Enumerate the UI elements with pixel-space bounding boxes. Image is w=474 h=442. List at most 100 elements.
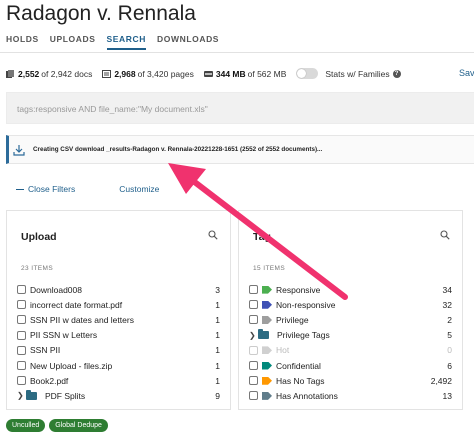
tag-item[interactable]: Privilege 2 xyxy=(249,312,452,327)
tab-holds[interactable]: HOLDS xyxy=(6,34,39,50)
checkbox[interactable] xyxy=(249,315,258,325)
tags-item-count: 15 ITEMS xyxy=(253,265,286,272)
folder-item[interactable]: ❯ Privilege Tags 5 xyxy=(249,328,452,343)
stats-bar: 2,552 of 2,942 docs 2,968 of 3,420 pages… xyxy=(6,68,401,79)
tag-icon xyxy=(262,361,272,370)
folder-item-label: Privilege Tags xyxy=(277,330,330,341)
list-item-count: 1 xyxy=(215,330,220,341)
customize-link[interactable]: Customize xyxy=(119,184,159,194)
checkbox[interactable] xyxy=(249,391,258,401)
tag-icon xyxy=(262,391,272,400)
tag-item[interactable]: Confidential 6 xyxy=(249,358,452,373)
families-toggle[interactable] xyxy=(296,68,319,79)
size-total: of 562 MB xyxy=(247,68,287,79)
list-item[interactable]: SSN PII w dates and letters 1 xyxy=(17,312,220,327)
download-status-text: Creating CSV download _results-Radagon v… xyxy=(33,146,323,153)
docs-total: of 2,942 docs xyxy=(41,68,93,79)
folder-item-label: PDF Splits xyxy=(45,390,86,401)
tag-item-label: Confidential xyxy=(276,360,321,371)
checkbox[interactable] xyxy=(17,361,26,371)
tags-filter-panel: Tag 15 ITEMS Responsive 34 Non-responsive… xyxy=(238,210,463,410)
chip-unculled[interactable]: Unculled xyxy=(6,419,46,432)
list-item[interactable]: SSN PII 1 xyxy=(17,343,220,358)
tag-item[interactable]: Has No Tags 2,492 xyxy=(249,373,452,388)
tag-icon xyxy=(262,315,272,324)
tag-item[interactable]: Responsive 34 xyxy=(249,282,452,297)
pages-count: 2,968 xyxy=(114,68,136,79)
upload-item-count: 23 ITEMS xyxy=(21,265,54,272)
list-item-count: 1 xyxy=(215,345,220,356)
checkbox[interactable] xyxy=(249,376,258,386)
chevron-right-icon[interactable]: ❯ xyxy=(249,331,257,340)
main-tabs: HOLDS UPLOADS SEARCH DOWNLOADS xyxy=(6,34,219,50)
checkbox[interactable] xyxy=(17,300,26,310)
search-query-input[interactable]: tags:responsive AND file_name:"My docume… xyxy=(6,92,474,124)
tag-item-count: 32 xyxy=(442,299,452,310)
tag-item-label: Privilege xyxy=(276,314,309,325)
pages-total: of 3,420 pages xyxy=(137,68,194,79)
upload-list: Download008 3 incorrect date format.pdf 1 … xyxy=(17,282,220,404)
checkbox xyxy=(249,345,258,355)
size-stat: 344 MB of 562 MB xyxy=(203,68,287,79)
tab-search[interactable]: SEARCH xyxy=(106,34,147,50)
upload-panel-title: Upload xyxy=(21,231,57,243)
tag-item: Hot 0 xyxy=(249,343,452,358)
download-icon[interactable] xyxy=(13,144,25,156)
checkbox[interactable] xyxy=(249,285,258,295)
header-divider xyxy=(0,52,474,53)
tag-item-label: Hot xyxy=(276,345,290,356)
tag-item-count: 0 xyxy=(447,345,452,356)
save-link[interactable]: Sav xyxy=(459,68,474,78)
list-item[interactable]: Download008 3 xyxy=(17,282,220,297)
checkbox[interactable] xyxy=(17,376,26,386)
tag-item-label: Has No Tags xyxy=(276,375,325,386)
tag-icon xyxy=(262,346,272,355)
folder-item[interactable]: ❯ PDF Splits 9 xyxy=(17,388,220,403)
tag-item-count: 2,492 xyxy=(430,375,452,386)
checkbox[interactable] xyxy=(249,361,258,371)
folder-icon xyxy=(26,389,37,400)
list-item-count: 1 xyxy=(215,299,220,310)
size-used: 344 MB xyxy=(215,68,246,79)
checkbox[interactable] xyxy=(17,315,26,325)
list-item[interactable]: New Upload - files.zip 1 xyxy=(17,358,220,373)
tag-icon xyxy=(262,376,272,385)
list-item-label: SSN PII w dates and letters xyxy=(30,314,134,325)
collapse-icon xyxy=(16,188,24,190)
search-icon[interactable] xyxy=(440,230,450,240)
tab-downloads[interactable]: DOWNLOADS xyxy=(157,34,219,50)
close-filters-link[interactable]: Close Filters xyxy=(28,184,75,194)
folder-icon xyxy=(258,329,269,340)
tag-item[interactable]: Has Annotations 13 xyxy=(249,388,452,403)
tag-item-count: 13 xyxy=(442,390,452,401)
tag-icon xyxy=(262,285,272,294)
list-item[interactable]: PII SSN w Letters 1 xyxy=(17,328,220,343)
chip-global-dedupe[interactable]: Global Dedupe xyxy=(49,419,108,432)
folder-item-count: 9 xyxy=(215,390,220,401)
tag-item-count: 34 xyxy=(442,284,452,295)
tag-item-count: 2 xyxy=(447,314,452,325)
list-item[interactable]: incorrect date format.pdf 1 xyxy=(17,297,220,312)
list-item-label: PII SSN w Letters xyxy=(30,330,98,341)
list-item-label: incorrect date format.pdf xyxy=(30,299,123,310)
search-icon[interactable] xyxy=(208,230,218,240)
tag-item[interactable]: Non-responsive 32 xyxy=(249,297,452,312)
checkbox[interactable] xyxy=(249,300,258,310)
filter-chips: Unculled Global Dedupe xyxy=(6,419,108,432)
tab-uploads[interactable]: UPLOADS xyxy=(50,34,96,50)
docs-stat: 2,552 of 2,942 docs xyxy=(6,69,92,79)
list-item-count: 1 xyxy=(215,360,220,371)
checkbox[interactable] xyxy=(17,285,26,295)
list-item-label: New Upload - files.zip xyxy=(30,360,113,371)
search-query-text: tags:responsive AND file_name:"My docume… xyxy=(17,104,208,114)
filter-actions: Close Filters Customize xyxy=(16,184,159,194)
list-item[interactable]: Book2.pdf 1 xyxy=(17,373,220,388)
checkbox[interactable] xyxy=(17,345,26,355)
upload-filter-panel: Upload 23 ITEMS Download008 3 incorrect d… xyxy=(6,210,231,410)
tag-item-label: Responsive xyxy=(276,284,321,295)
checkbox[interactable] xyxy=(17,330,26,340)
help-icon[interactable]: ? xyxy=(392,69,401,78)
tags-panel-title: Tag xyxy=(253,231,271,243)
docs-count: 2,552 xyxy=(18,68,40,79)
chevron-right-icon[interactable]: ❯ xyxy=(17,391,25,400)
